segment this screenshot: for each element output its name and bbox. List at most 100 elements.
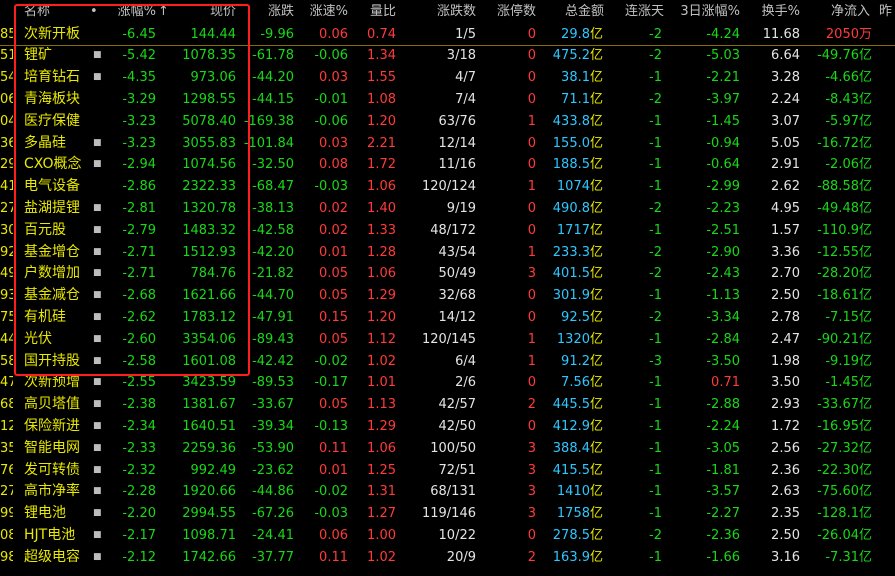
cell-three-day: -1.81 — [706, 462, 740, 478]
table-row[interactable]: 06 青海板块 -3.29 1298.55 -44.15 -0.01 1.08 7/4 0 71.… — [0, 89, 895, 111]
table-row[interactable]: 47 次新预增 ■ -2.55 3423.59 -89.53 -0.17 1.01 2/6 0 7.… — [0, 372, 895, 394]
cell-amount-unit: 亿 — [590, 48, 604, 64]
cell-price: 1783.12 — [182, 309, 236, 325]
cell-net-inflow: -2.06亿 — [825, 157, 872, 173]
cell-streak: -2 — [649, 309, 662, 325]
cell-limit-up: 3 — [527, 484, 536, 500]
table-row[interactable]: 54 培育钻石 ■ -4.35 973.06 -44.20 0.03 1.55 4/7 0 38.1… — [0, 67, 895, 89]
cell-change: -68.47 — [252, 179, 294, 195]
table-row[interactable]: 93 基金减仓 ■ -2.68 1621.66 -44.70 0.05 1.29 32/68 0 3… — [0, 285, 895, 307]
cell-volume-ratio: 1.25 — [367, 462, 396, 478]
cell-change-pct: -2.81 — [122, 200, 156, 216]
cell-name: 锂矿 — [24, 47, 52, 64]
cell-net-inflow: -22.30亿 — [817, 462, 872, 478]
cell-volume-ratio: 1.29 — [367, 418, 396, 434]
cell-volume-ratio: 1.33 — [367, 222, 396, 238]
table-row[interactable]: 75 有机硅 ■ -2.62 1783.12 -47.91 0.15 1.20 14/12 0 92… — [0, 307, 895, 329]
table-row[interactable]: 58 国开持股 ■ -2.58 1601.08 -42.42 -0.02 1.02 6/4 1 91… — [0, 351, 895, 373]
table-row[interactable]: 92 基金增仓 ■ -2.71 1512.93 -42.20 0.01 1.28 43/54 1 2… — [0, 242, 895, 264]
cell-turnover: 2.62 — [771, 179, 800, 195]
cell-limit-up: 2 — [527, 397, 536, 413]
col-header-extra[interactable]: 昨 — [879, 0, 895, 24]
table-row[interactable]: 27 高市净率 ■ -2.28 1920.66 -44.86 -0.02 1.31 68/131… — [0, 481, 895, 503]
table-row[interactable]: 85 次新开板 -6.45 144.44 -9.96 0.06 0.74 1/5 0 29.8 亿 -… — [0, 24, 895, 46]
cell-three-day: -2.36 — [706, 527, 740, 543]
col-header-change-pct[interactable]: 涨幅% — [108, 0, 156, 24]
table-row[interactable]: 41 电气设备 -2.86 2322.33 -68.47 -0.03 1.06 120/124… — [0, 176, 895, 198]
cell-amount: 29.8 — [561, 26, 590, 42]
cell-change-pct: -2.79 — [122, 222, 156, 238]
cell-volume-ratio: 1.72 — [367, 157, 396, 173]
cell-amount: 71.1 — [561, 91, 590, 107]
col-header-change[interactable]: 涨跌 — [252, 0, 294, 24]
col-header-amount[interactable]: 总金额 — [550, 0, 604, 24]
cell-limit-up: 0 — [527, 309, 536, 325]
cell-net-inflow: -110.9亿 — [817, 222, 872, 238]
table-row[interactable]: 35 智能电网 ■ -2.33 2259.36 -53.90 0.11 1.06 100/50 3… — [0, 438, 895, 460]
cell-change: -23.62 — [252, 462, 294, 478]
table-row[interactable]: 49 户数增加 ■ -2.71 784.76 -21.82 0.05 1.06 50/49 3 40… — [0, 263, 895, 285]
cell-streak: -2 — [649, 527, 662, 543]
table-row[interactable]: 51 锂矿 ■ -5.42 1078.35 -61.78 -0.06 1.34 3/18 0 475… — [0, 45, 895, 67]
col-header-name[interactable]: 名称 — [24, 0, 74, 24]
table-row[interactable]: 30 百元股 ■ -2.79 1483.32 -42.58 0.02 1.33 48/172 0 1… — [0, 220, 895, 242]
col-header-streak[interactable]: 连涨天 — [612, 0, 664, 24]
cell-net-inflow: 2050万 — [825, 26, 872, 42]
cell-mark — [93, 111, 105, 133]
cell-volume-ratio: 1.29 — [367, 288, 396, 304]
cell-limit-up: 2 — [527, 549, 536, 565]
table-row[interactable]: 29 CXO概念 ■ -2.94 1074.56 -32.50 0.08 1.72 11/16 0… — [0, 154, 895, 176]
table-row[interactable]: 12 保险新进 ■ -2.34 1640.51 -39.34 -0.13 1.29 42/50 0… — [0, 416, 895, 438]
cell-streak: -1 — [649, 506, 662, 522]
cell-three-day: -3.50 — [706, 353, 740, 369]
col-header-net-inflow[interactable]: 净流入 — [820, 0, 870, 24]
table-row[interactable]: 44 光伏 ■ -2.60 3354.06 -89.43 0.05 1.12 120/145 1 1… — [0, 329, 895, 351]
cell-limit-up: 1 — [527, 179, 536, 195]
cell-rise-fall: 120/145 — [421, 331, 476, 347]
cell-volume-ratio: 0.74 — [367, 26, 396, 42]
cell-turnover: 2.91 — [771, 157, 800, 173]
cell-code: 98 — [0, 549, 13, 565]
col-header-turnover[interactable]: 换手% — [752, 0, 800, 24]
table-row[interactable]: 76 发可转债 ■ -2.32 992.49 -23.62 0.01 1.25 72/51 3 41… — [0, 460, 895, 482]
col-header-rise-fall[interactable]: 涨跌数 — [420, 0, 476, 24]
cell-change: -67.26 — [252, 506, 294, 522]
cell-code: 30 — [0, 222, 13, 238]
cell-turnover: 2.47 — [771, 331, 800, 347]
col-header-price[interactable]: 现价 — [180, 0, 236, 24]
table-row[interactable]: 08 HJT电池 ■ -2.17 1098.71 -24.41 0.06 1.00 10/22 0… — [0, 525, 895, 547]
cell-speed: 0.03 — [319, 135, 348, 151]
table-row[interactable]: 99 锂电池 ■ -2.20 2994.55 -67.26 -0.03 1.27 119/146… — [0, 503, 895, 525]
cell-code: 99 — [0, 506, 13, 522]
table-row[interactable]: 68 高贝塔值 ■ -2.38 1381.67 -33.67 0.05 1.13 42/57 2 4… — [0, 394, 895, 416]
col-header-three-day[interactable]: 3日涨幅% — [668, 0, 740, 24]
cell-turnover: 2.56 — [771, 440, 800, 456]
cell-turnover: 2.24 — [771, 91, 800, 107]
cell-rise-fall: 42/57 — [438, 397, 476, 413]
col-header-volume-ratio[interactable]: 量比 — [360, 0, 396, 24]
cell-name: 高市净率 — [24, 483, 80, 500]
cell-volume-ratio: 1.13 — [367, 397, 396, 413]
cell-name: 盐湖提锂 — [24, 199, 80, 216]
col-header-limit-up[interactable]: 涨停数 — [484, 0, 536, 24]
cell-price: 1298.55 — [182, 91, 236, 107]
cell-rise-fall: 72/51 — [438, 462, 476, 478]
cell-change: -47.91 — [252, 309, 294, 325]
cell-code: 54 — [0, 70, 13, 86]
table-row[interactable]: 98 超级电容 ■ -2.12 1742.66 -37.77 0.11 1.02 20/9 2 16… — [0, 547, 895, 569]
cell-streak: -1 — [649, 135, 662, 151]
col-header-speed[interactable]: 涨速% — [300, 0, 348, 24]
cell-three-day: -2.43 — [706, 266, 740, 282]
cell-code: 85 — [0, 26, 13, 42]
cell-limit-up: 0 — [527, 418, 536, 434]
cell-streak: -1 — [649, 549, 662, 565]
table-row[interactable]: 04 医疗保健 -3.23 5078.40 -169.38 -0.06 1.20 63/76 1… — [0, 111, 895, 133]
cell-three-day: -2.24 — [706, 418, 740, 434]
table-row[interactable]: 36 多晶硅 ■ -3.23 3055.83 -101.84 0.03 2.21 12/14 0 1… — [0, 133, 895, 155]
table-row[interactable]: 27 盐湖提锂 ■ -2.81 1320.78 -38.13 0.02 1.40 9/19 0 49… — [0, 198, 895, 220]
cell-net-inflow: -16.95亿 — [817, 418, 872, 434]
cell-limit-up: 0 — [527, 375, 536, 391]
cell-volume-ratio: 1.06 — [367, 440, 396, 456]
cell-amount: 1717 — [556, 222, 590, 238]
cell-speed: 0.08 — [319, 157, 348, 173]
